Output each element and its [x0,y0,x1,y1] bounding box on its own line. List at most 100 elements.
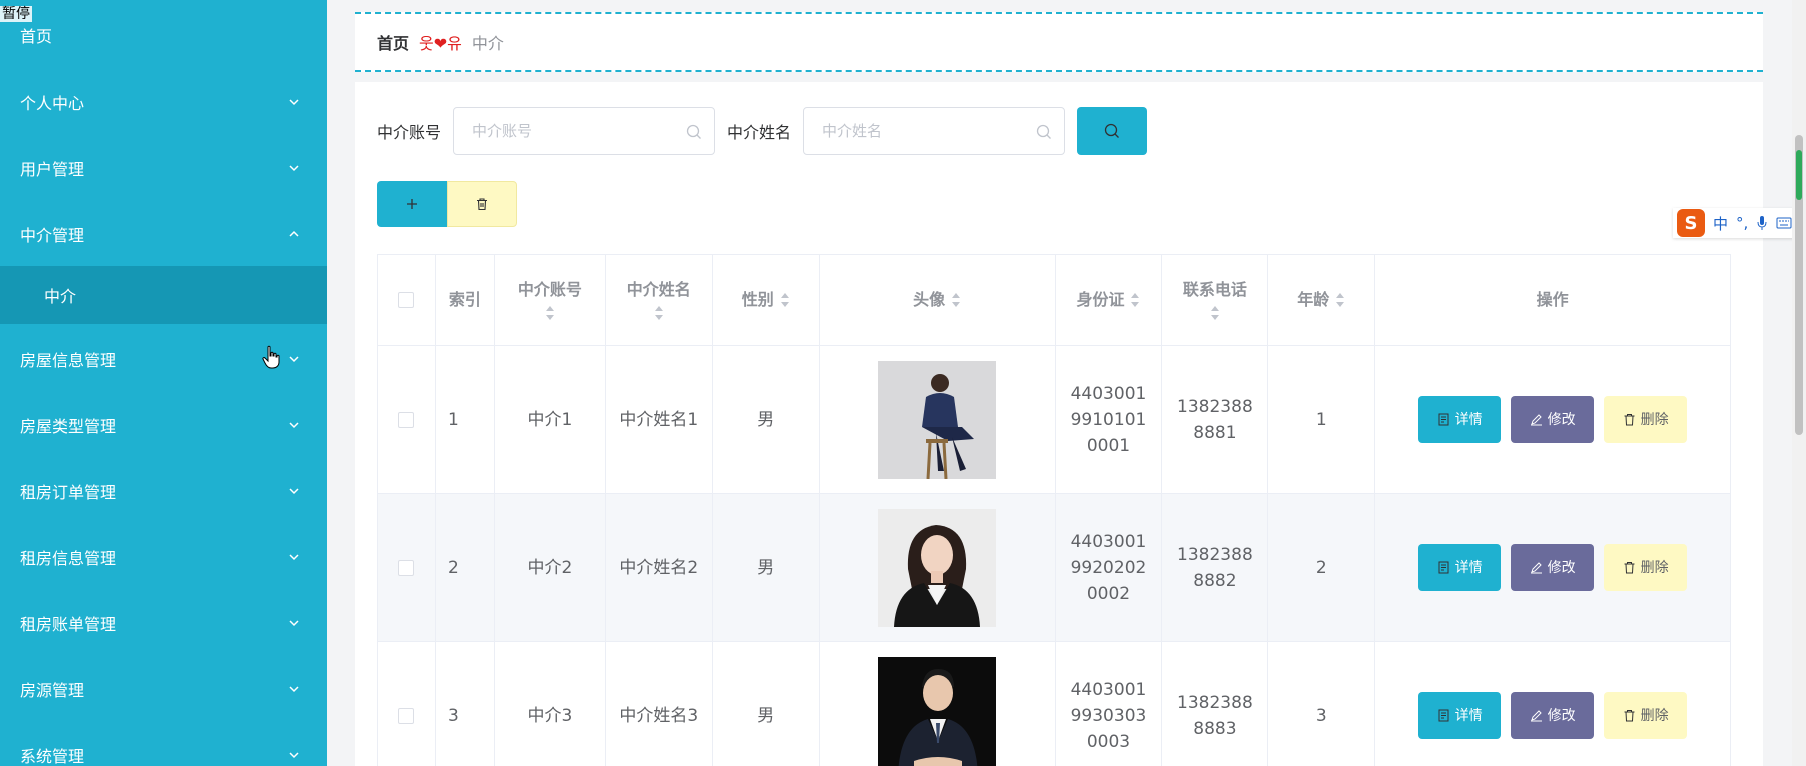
name-search-input[interactable] [804,108,1065,154]
document-icon [1438,709,1449,722]
header-gender-label: 性别 [741,290,774,309]
header-index: 索引 [436,255,495,345]
header-gender[interactable]: 性别 [713,255,820,345]
table-row: 1 中介1 中介姓名1 男 440300199101010001 1382388… [378,346,1732,494]
header-id-card[interactable]: 身份证 [1056,255,1163,345]
delete-button-label: 删除 [1640,411,1669,428]
cell-index: 3 [436,642,495,766]
cell-avatar [820,494,1056,641]
cell-account: 中介3 [495,642,606,766]
row-select-cell [378,494,436,641]
sidebar-item-label: 租房订单管理 [20,483,117,502]
edit-button-label: 修改 [1547,707,1576,724]
detail-button-label: 详情 [1454,559,1483,576]
delete-button[interactable]: 删除 [1604,692,1688,739]
sidebar-item-system-management[interactable]: 系统管理 [0,723,327,766]
row-checkbox[interactable] [398,707,415,724]
header-account[interactable]: 中介账号 [495,255,606,345]
sidebar-item-label: 租房信息管理 [20,549,117,568]
scrollbar-indicator [1796,150,1802,200]
sidebar-item-label: 个人中心 [20,94,85,113]
detail-button[interactable]: 详情 [1418,396,1502,443]
delete-button-label: 删除 [1640,559,1669,576]
toolbar [377,181,517,227]
chevron-down-icon [289,422,299,429]
header-name-label: 中介姓名 [626,280,691,299]
delete-button[interactable]: 删除 [1604,544,1688,591]
avatar[interactable] [878,508,997,627]
sidebar-item-label: 首页 [20,27,53,46]
cell-name: 中介姓名1 [606,346,713,493]
avatar[interactable] [878,656,997,766]
ime-punctuation-toggle[interactable]: °, [1736,214,1748,232]
account-search-field [453,107,716,155]
chevron-down-icon [289,752,299,759]
sidebar: 首页 个人中心 用户管理 中介管理 中介 房屋信息管理 房屋类型管理 租房订单管… [0,0,327,766]
header-index-label: 索引 [448,290,481,309]
search-button[interactable] [1077,107,1148,155]
cell-avatar [820,642,1056,766]
ime-toolbar: S 中 °, [1673,208,1806,238]
sidebar-item-rental-bill-management[interactable]: 租房账单管理 [0,591,327,655]
header-phone[interactable]: 联系电话 [1162,255,1269,345]
detail-button-label: 详情 [1454,707,1483,724]
batch-delete-button[interactable] [447,181,517,227]
ime-mode-toggle[interactable]: 中 [1713,213,1728,234]
edit-button[interactable]: 修改 [1511,544,1595,591]
sidebar-item-home[interactable]: 首页 [0,3,327,67]
main-area: 首页 웃❤유 中介 中介账号 中介姓名 [327,0,1806,766]
cell-phone: 13823888882 [1162,494,1269,641]
select-all-checkbox[interactable] [398,292,415,308]
row-select-cell [378,642,436,766]
table-row: 3 中介3 中介姓名3 男 440300199303030003 1382388… [378,642,1732,766]
delete-button[interactable]: 删除 [1604,396,1688,443]
avatar[interactable] [878,360,997,479]
cell-account: 中介1 [495,346,606,493]
cell-id-card: 440300199303030003 [1056,642,1163,766]
sidebar-item-rental-order-management[interactable]: 租房订单管理 [0,459,327,523]
chevron-down-icon [289,488,299,495]
cell-gender: 男 [713,346,820,493]
sidebar-item-house-type-management[interactable]: 房屋类型管理 [0,393,327,457]
pointer-cursor-icon [262,345,280,369]
add-button[interactable] [377,181,447,227]
edit-button[interactable]: 修改 [1511,396,1595,443]
sidebar-subitem-agent[interactable]: 中介 [0,266,327,324]
header-avatar[interactable]: 头像 [820,255,1056,345]
search-icon [686,124,701,139]
header-name[interactable]: 中介姓名 [606,255,713,345]
name-label: 中介姓名 [727,123,792,142]
row-checkbox[interactable] [398,559,415,576]
sidebar-item-agent-management[interactable]: 中介管理 [0,202,327,266]
ime-logo-icon[interactable]: S [1677,209,1705,237]
account-search-input[interactable] [454,108,715,154]
page-scrollbar[interactable] [1792,0,1806,766]
sidebar-item-label: 系统管理 [20,747,85,766]
edit-button[interactable]: 修改 [1511,692,1595,739]
sort-icon [654,306,663,320]
edit-icon [1530,414,1542,426]
search-icon [1036,124,1051,139]
pause-overlay-label: 暂停 [0,6,32,22]
header-age[interactable]: 年龄 [1268,255,1376,345]
cell-age: 2 [1268,494,1376,641]
sort-icon [780,293,789,307]
detail-button[interactable]: 详情 [1418,692,1502,739]
search-icon [1104,123,1119,138]
cell-phone: 13823888883 [1162,642,1269,766]
sidebar-item-personal-center[interactable]: 个人中心 [0,70,327,134]
sidebar-item-user-management[interactable]: 用户管理 [0,136,327,200]
edit-button-label: 修改 [1547,559,1576,576]
sidebar-item-rental-info-management[interactable]: 租房信息管理 [0,525,327,589]
keyboard-icon[interactable] [1776,217,1792,229]
edit-button-label: 修改 [1547,411,1576,428]
row-checkbox[interactable] [398,411,415,428]
sidebar-item-listing-management[interactable]: 房源管理 [0,657,327,721]
cell-ops: 详情 修改 删除 [1375,346,1732,493]
detail-button[interactable]: 详情 [1418,544,1502,591]
breadcrumb-current: 中介 [471,34,504,53]
breadcrumb-home[interactable]: 首页 [377,30,409,54]
cell-ops: 详情 修改 删除 [1375,642,1732,766]
microphone-icon[interactable] [1756,215,1768,231]
sidebar-item-label: 中介 [44,287,77,306]
